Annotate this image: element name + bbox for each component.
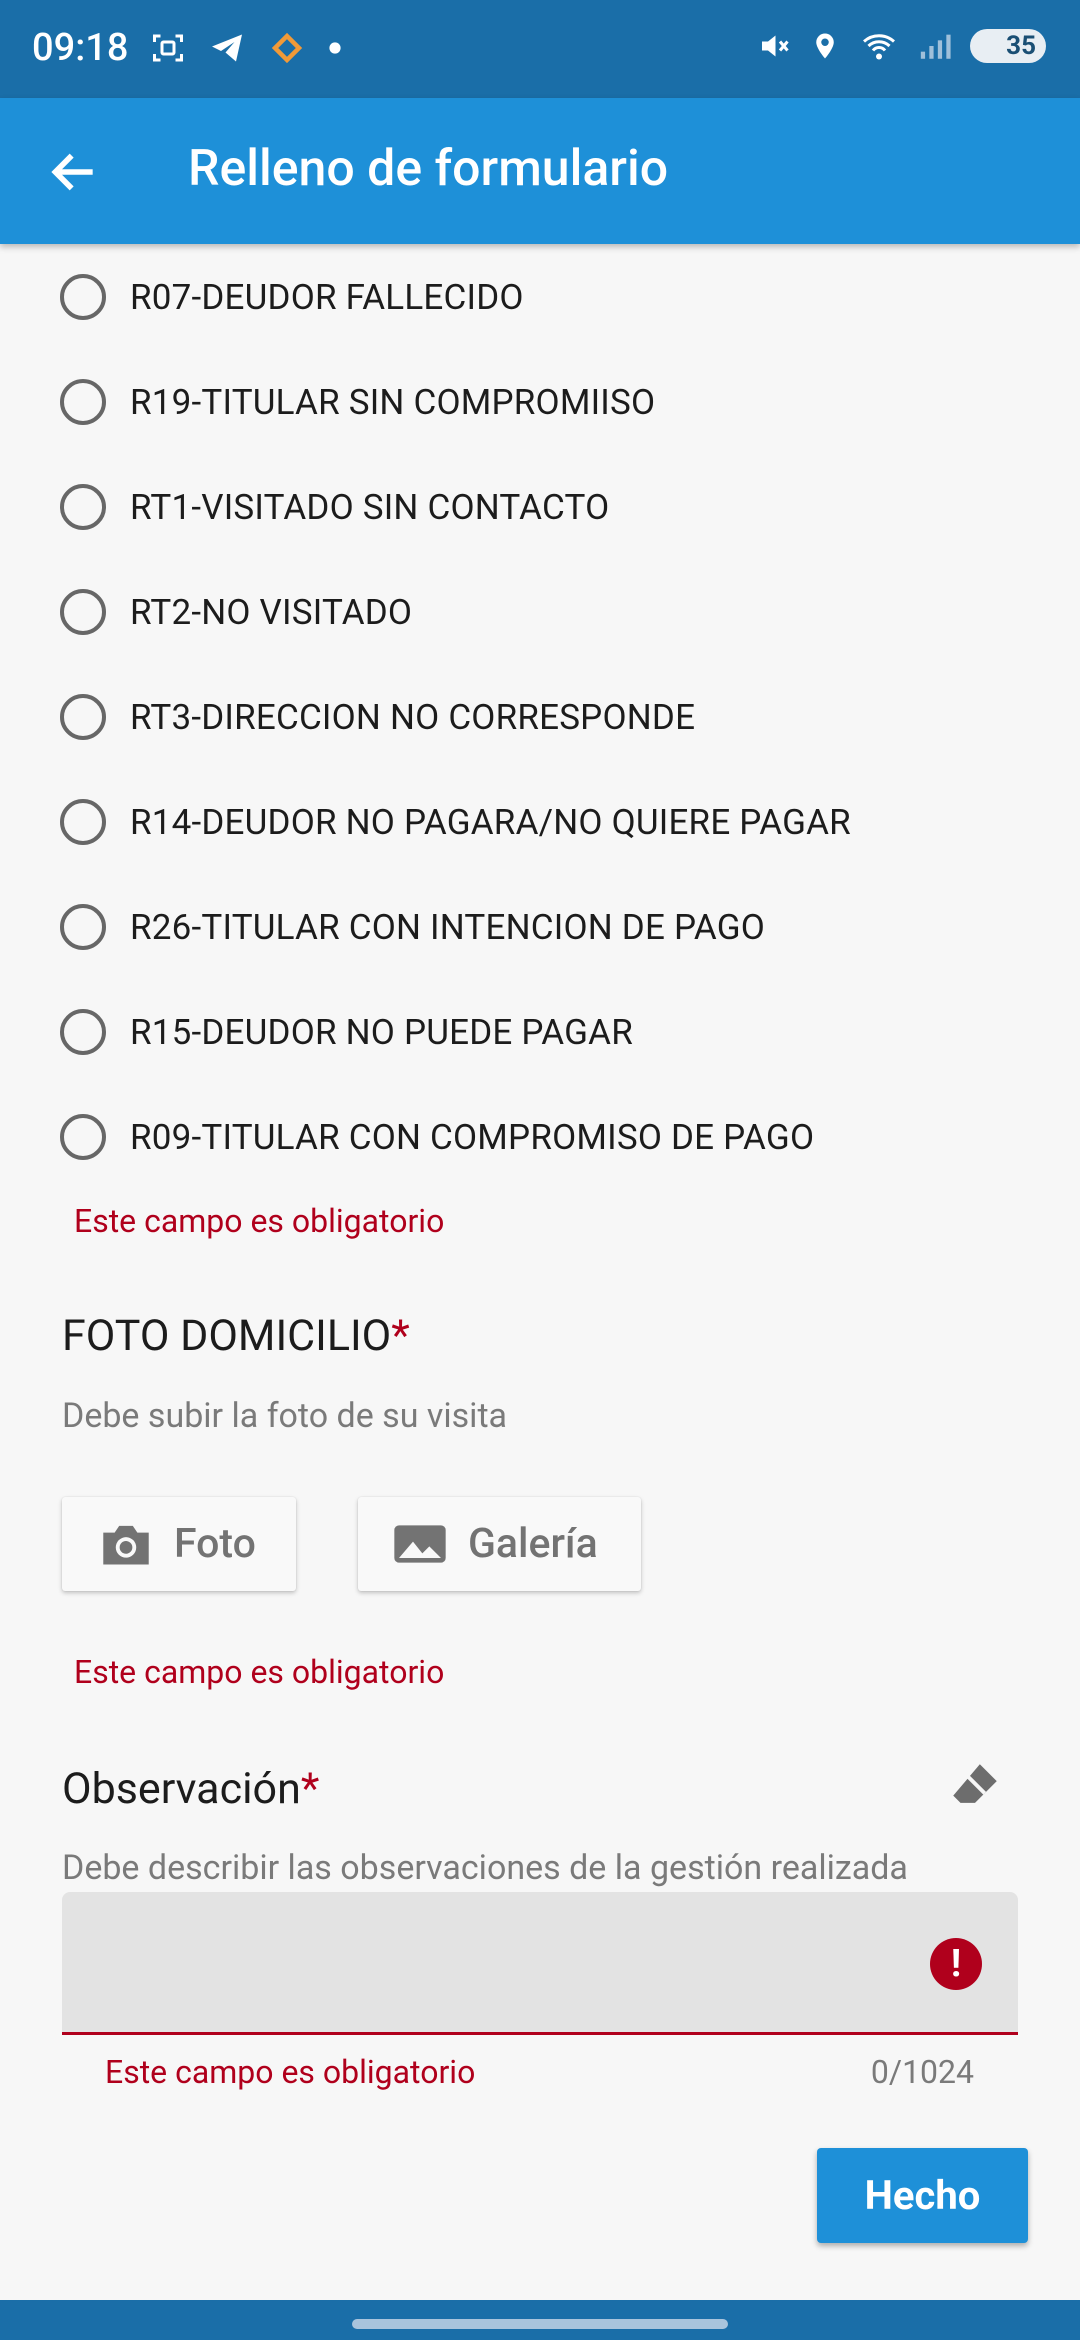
- radio-button[interactable]: [60, 379, 106, 425]
- radio-label: R26-TITULAR CON INTENCION DE PAGO: [130, 906, 766, 948]
- radio-option-r19[interactable]: R19-TITULAR SIN COMPROMIISO: [60, 367, 655, 437]
- photo-hint: Debe subir la foto de su visita: [62, 1396, 508, 1436]
- radio-label: RT1-VISITADO SIN CONTACTO: [130, 486, 610, 528]
- gallery-button[interactable]: Galería: [358, 1497, 641, 1591]
- observation-textarea[interactable]: !: [62, 1892, 1018, 2035]
- radio-label: R14-DEUDOR NO PAGARA/NO QUIERE PAGAR: [130, 801, 851, 843]
- photo-button-label: Foto: [174, 1520, 256, 1568]
- camera-icon: [103, 1525, 149, 1565]
- photo-section-title: FOTO DOMICILIO*: [62, 1311, 410, 1361]
- navigation-bar: [0, 2300, 1080, 2340]
- radio-label: R15-DEUDOR NO PUEDE PAGAR: [130, 1011, 633, 1053]
- mute-icon: [762, 35, 789, 57]
- photo-title-text: FOTO DOMICILIO: [62, 1311, 392, 1361]
- photo-button[interactable]: Foto: [62, 1497, 296, 1591]
- eraser-icon: [953, 1764, 997, 1803]
- radio-option-r14[interactable]: R14-DEUDOR NO PAGARA/NO QUIERE PAGAR: [60, 787, 851, 857]
- radio-error-message: Este campo es obligatorio: [74, 1202, 445, 1240]
- dot-icon: [329, 42, 341, 54]
- status-time: 09:18: [32, 26, 129, 70]
- radio-button[interactable]: [60, 799, 106, 845]
- required-mark: *: [300, 1764, 320, 1814]
- status-bar: 09:18 35: [0, 0, 1080, 98]
- radio-label: R19-TITULAR SIN COMPROMIISO: [130, 381, 656, 423]
- clear-button[interactable]: [946, 1757, 1004, 1815]
- photo-error-message: Este campo es obligatorio: [74, 1653, 445, 1691]
- radio-option-rt1[interactable]: RT1-VISITADO SIN CONTACTO: [60, 472, 609, 542]
- radio-option-r15[interactable]: R15-DEUDOR NO PUEDE PAGAR: [60, 997, 633, 1067]
- battery-level: 35: [1006, 31, 1036, 61]
- arrow-left-icon: [51, 153, 93, 191]
- observation-section-title: Observación*: [62, 1764, 319, 1814]
- done-button[interactable]: Hecho: [817, 2148, 1028, 2243]
- radio-option-r26[interactable]: R26-TITULAR CON INTENCION DE PAGO: [60, 892, 765, 962]
- page-title: Relleno de formulario: [188, 140, 669, 198]
- observation-title-text: Observación: [62, 1764, 301, 1814]
- location-icon: [816, 33, 834, 59]
- radio-button[interactable]: [60, 274, 106, 320]
- radio-button[interactable]: [60, 589, 106, 635]
- radio-label: R09-TITULAR CON COMPROMISO DE PAGO: [130, 1116, 815, 1158]
- character-counter: 0/1024: [870, 2053, 974, 2091]
- gesture-handle[interactable]: [352, 2319, 728, 2329]
- error-icon: !: [930, 1938, 982, 1990]
- radio-button[interactable]: [60, 484, 106, 530]
- back-button[interactable]: [44, 144, 104, 200]
- required-mark: *: [391, 1311, 410, 1361]
- app-heart-icon: [271, 32, 303, 64]
- radio-option-r07[interactable]: R07-DEUDOR FALLECIDO: [60, 262, 524, 332]
- radio-button[interactable]: [60, 1114, 106, 1160]
- telegram-icon: [212, 34, 242, 62]
- observation-error-message: Este campo es obligatorio: [105, 2053, 476, 2091]
- observation-hint: Debe describir las observaciones de la g…: [62, 1848, 908, 1888]
- radio-label: RT3-DIRECCION NO CORRESPONDE: [130, 696, 696, 738]
- radio-option-rt3[interactable]: RT3-DIRECCION NO CORRESPONDE: [60, 682, 695, 752]
- app-bar: Relleno de formulario: [0, 98, 1080, 244]
- radio-option-r09[interactable]: R09-TITULAR CON COMPROMISO DE PAGO: [60, 1102, 814, 1172]
- radio-label: R07-DEUDOR FALLECIDO: [130, 276, 524, 318]
- radio-button[interactable]: [60, 694, 106, 740]
- radio-label: RT2-NO VISITADO: [130, 591, 413, 633]
- radio-option-rt2[interactable]: RT2-NO VISITADO: [60, 577, 412, 647]
- wifi-icon: [863, 34, 895, 60]
- radio-button[interactable]: [60, 904, 106, 950]
- gallery-button-label: Galería: [468, 1520, 598, 1568]
- radio-button[interactable]: [60, 1009, 106, 1055]
- image-icon: [394, 1525, 446, 1563]
- battery-icon: 35: [970, 29, 1046, 63]
- screenshot-icon: [153, 34, 183, 62]
- signal-icon: [920, 34, 951, 59]
